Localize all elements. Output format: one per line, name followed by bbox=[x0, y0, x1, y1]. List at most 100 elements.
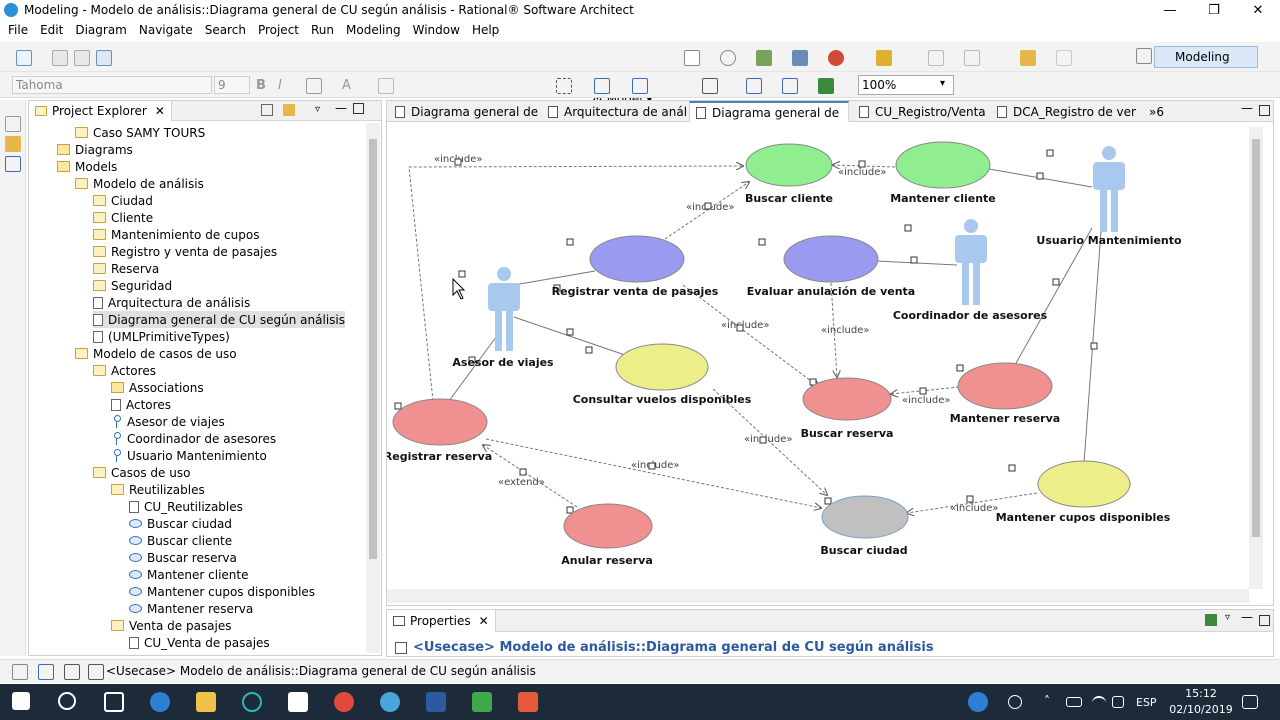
maximize-properties-icon[interactable] bbox=[1259, 615, 1270, 626]
tree-node[interactable]: (UMLPrimitiveTypes) bbox=[93, 328, 230, 345]
tab-overflow-button[interactable]: »6 bbox=[1143, 101, 1173, 122]
tree-node[interactable]: Buscar reserva bbox=[129, 549, 237, 566]
association-line[interactable] bbox=[513, 316, 626, 356]
tree-node[interactable]: Caso SAMY TOURS bbox=[75, 124, 205, 141]
view-menu-icon[interactable]: ▿ bbox=[315, 104, 320, 115]
save-icon[interactable] bbox=[52, 50, 68, 66]
minimize-properties-icon[interactable]: — bbox=[1241, 610, 1253, 624]
maximize-view-icon[interactable] bbox=[353, 103, 364, 114]
align-icon[interactable] bbox=[594, 78, 610, 94]
editor-tab-1[interactable]: Diagrama general de bbox=[389, 101, 539, 122]
tree-node[interactable]: Modelo de casos de uso bbox=[75, 345, 237, 362]
clock-date[interactable]: 02/10/2019 bbox=[1166, 703, 1236, 716]
explorer-scrollbar[interactable] bbox=[366, 123, 380, 653]
menu-diagram[interactable]: Diagram bbox=[71, 23, 135, 37]
prev-annotation-icon[interactable] bbox=[964, 50, 980, 66]
menu-file[interactable]: File bbox=[4, 23, 36, 37]
open-perspective-icon[interactable] bbox=[1136, 48, 1152, 64]
tree-node[interactable]: Buscar cliente bbox=[129, 532, 232, 549]
tree-node[interactable]: Models bbox=[57, 158, 117, 175]
font-color-icon[interactable]: A bbox=[342, 78, 358, 94]
maximize-editor-icon[interactable] bbox=[1259, 105, 1270, 116]
external-tools-icon[interactable] bbox=[828, 50, 844, 66]
tree-node[interactable]: Actores bbox=[111, 396, 171, 413]
windows-start-icon[interactable] bbox=[12, 692, 30, 710]
refresh-icon[interactable] bbox=[720, 50, 736, 66]
close-button[interactable]: ✕ bbox=[1236, 0, 1280, 20]
status-icon-3[interactable] bbox=[64, 664, 80, 680]
help-icon[interactable] bbox=[968, 692, 988, 712]
language-indicator[interactable]: ESP bbox=[1136, 696, 1157, 709]
font-size-select[interactable]: 9 bbox=[214, 76, 250, 94]
restore-button[interactable]: ❐ bbox=[1192, 0, 1236, 20]
usecase-mantener-reserva[interactable] bbox=[957, 362, 1053, 410]
tree-node[interactable]: Buscar ciudad bbox=[129, 515, 232, 532]
volume-icon[interactable] bbox=[1112, 696, 1124, 708]
usecase-buscar-reserva[interactable] bbox=[802, 377, 892, 421]
menu-help[interactable]: Help bbox=[468, 23, 507, 37]
actor-coordinador-de-asesores[interactable] bbox=[955, 219, 987, 305]
tree-node[interactable]: Asesor de viajes bbox=[111, 413, 225, 430]
minimize-editor-icon[interactable]: — bbox=[1241, 101, 1253, 115]
link-editor-icon[interactable] bbox=[283, 104, 295, 116]
cortana-icon[interactable] bbox=[58, 692, 76, 710]
menu-edit[interactable]: Edit bbox=[36, 23, 71, 37]
bold-icon[interactable]: B bbox=[256, 78, 272, 94]
tree-node[interactable]: CU_Reutilizables bbox=[129, 498, 243, 515]
task-view-icon[interactable] bbox=[104, 692, 124, 712]
tree-node[interactable]: Coordinador de asesores bbox=[111, 430, 276, 447]
file-explorer-icon[interactable] bbox=[196, 692, 216, 712]
notifications-icon[interactable] bbox=[1242, 695, 1258, 709]
tree-node[interactable]: Usuario Mantenimiento bbox=[111, 447, 267, 464]
tree-node[interactable]: Casos de uso bbox=[93, 464, 190, 481]
close-view-icon[interactable]: ✕ bbox=[155, 104, 165, 118]
edge-icon[interactable] bbox=[150, 692, 170, 712]
menu-window[interactable]: Window bbox=[409, 23, 468, 37]
print-icon[interactable] bbox=[96, 50, 112, 66]
camtasia-icon[interactable] bbox=[472, 692, 492, 712]
pen-icon[interactable] bbox=[876, 50, 892, 66]
tree-node[interactable]: Modelo de análisis bbox=[75, 175, 204, 192]
next-annotation-icon[interactable] bbox=[928, 50, 944, 66]
tree-node[interactable]: Mantenimiento de cupos bbox=[93, 226, 259, 243]
usecase-registrar-venta[interactable] bbox=[589, 235, 685, 283]
people-icon[interactable] bbox=[1008, 695, 1022, 709]
menu-modeling[interactable]: Modeling bbox=[342, 23, 409, 37]
association-line[interactable] bbox=[513, 270, 596, 286]
usecase-buscar-cliente[interactable] bbox=[745, 143, 833, 187]
layout-icon[interactable] bbox=[632, 78, 648, 94]
wifi-icon[interactable] bbox=[1092, 696, 1106, 710]
editor-tab-4[interactable]: CU_Registro/Venta bbox=[853, 101, 988, 122]
properties-view-menu-icon[interactable]: ▿ bbox=[1225, 612, 1230, 623]
minimize-button[interactable]: — bbox=[1148, 0, 1192, 20]
restore-view-icon[interactable] bbox=[5, 116, 21, 132]
dropbox-icon[interactable] bbox=[288, 692, 308, 712]
clock-time[interactable]: 15:12 bbox=[1176, 687, 1226, 700]
italic-icon[interactable]: I bbox=[278, 78, 294, 94]
tree-node[interactable]: Mantener cupos disponibles bbox=[129, 583, 315, 600]
editor-tab-5[interactable]: DCA_Registro de vent bbox=[991, 101, 1136, 122]
usecase-mantener-cliente[interactable] bbox=[895, 141, 991, 189]
chrome-icon[interactable] bbox=[334, 692, 354, 712]
size-icon[interactable] bbox=[782, 78, 798, 94]
tree-node[interactable]: Arquitectura de análisis bbox=[93, 294, 250, 311]
usecase-mantener-cupos[interactable] bbox=[1037, 460, 1131, 508]
tray-chevron-icon[interactable]: ˄ bbox=[1044, 694, 1050, 708]
new-icon[interactable] bbox=[16, 50, 32, 66]
association-line[interactable] bbox=[1014, 227, 1093, 366]
arrange-icon[interactable] bbox=[556, 78, 572, 94]
tree-node[interactable]: Venta de pasajes bbox=[111, 617, 232, 634]
menu-project[interactable]: Project bbox=[254, 23, 307, 37]
tree-node[interactable]: Actores bbox=[93, 362, 156, 379]
editor-tab-2[interactable]: Arquitectura de anál bbox=[542, 101, 687, 122]
save-all-icon[interactable] bbox=[74, 50, 90, 66]
actor-asesor-de-viajes[interactable] bbox=[488, 267, 520, 351]
tree-node[interactable]: Diagrama general de CU según análisis bbox=[93, 311, 345, 328]
line-style-icon[interactable] bbox=[746, 78, 762, 94]
collapse-all-icon[interactable] bbox=[261, 104, 273, 116]
extend-relationship[interactable] bbox=[483, 445, 578, 508]
tree-node[interactable]: Reutilizables bbox=[111, 481, 205, 498]
filter-icon[interactable] bbox=[818, 78, 834, 94]
tree-node[interactable]: Reserva bbox=[93, 260, 159, 277]
connect-icon[interactable] bbox=[702, 78, 718, 94]
